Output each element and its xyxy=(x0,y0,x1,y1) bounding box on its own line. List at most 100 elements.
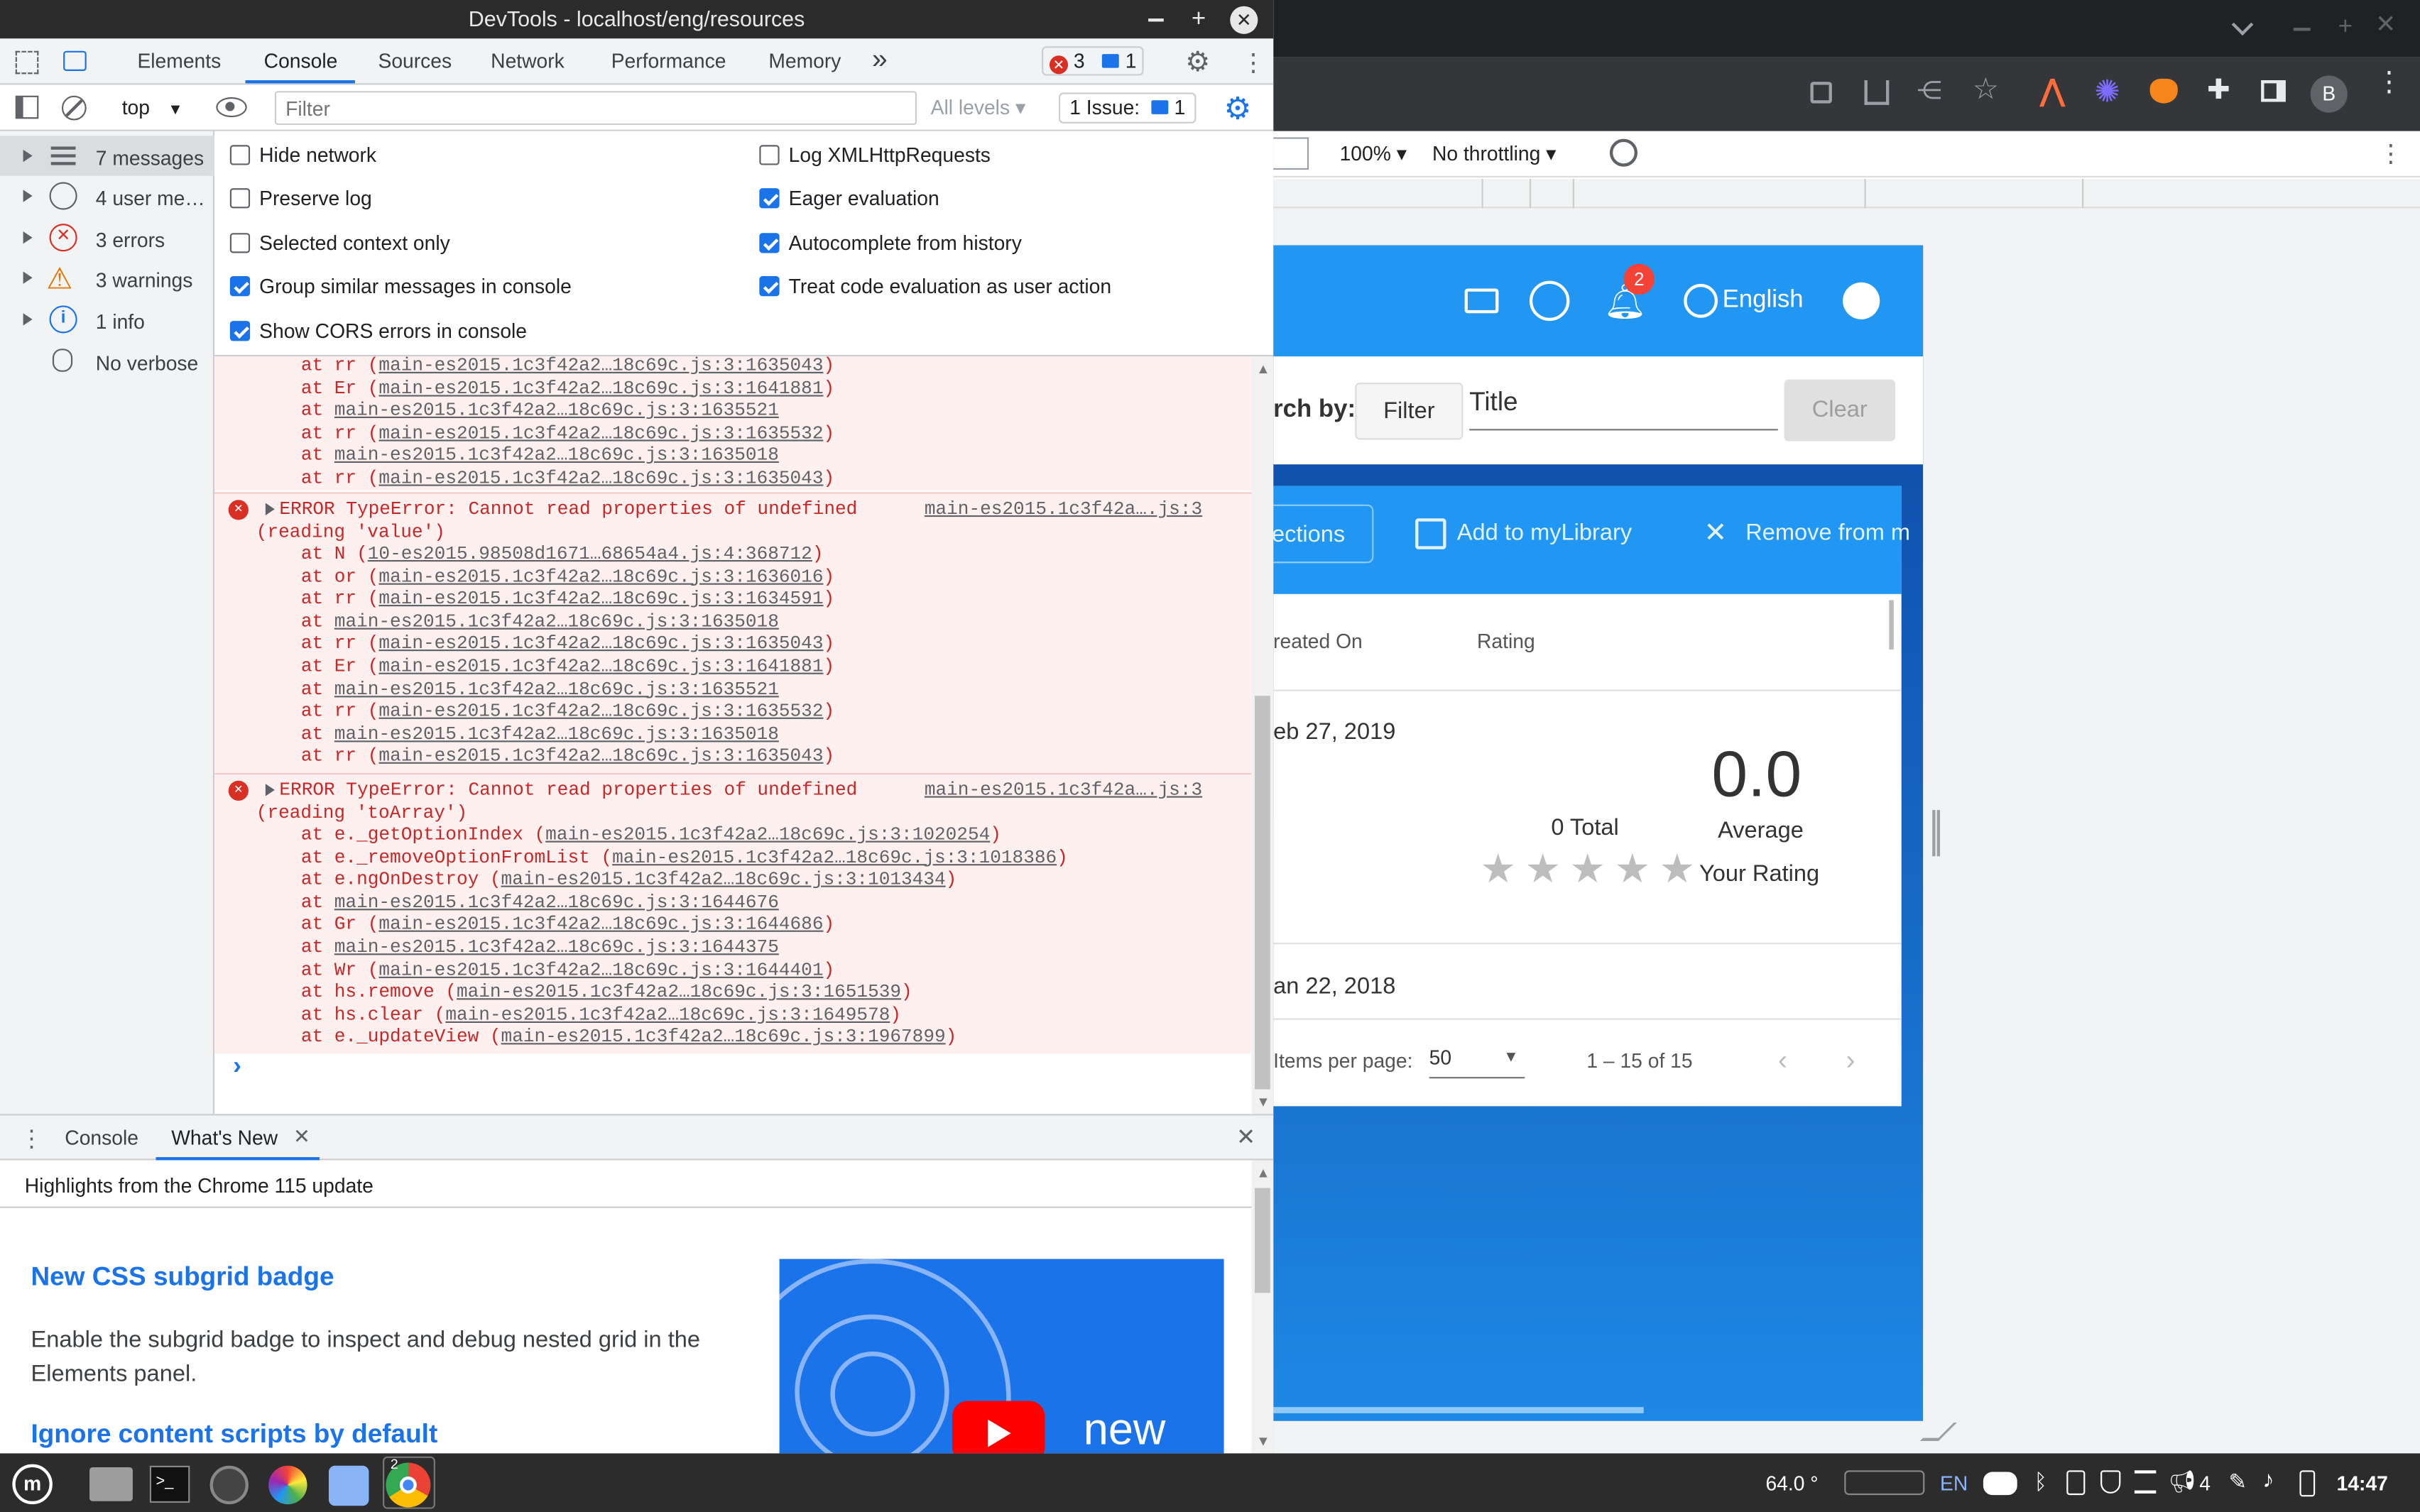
scroll-up-icon[interactable]: ▲ xyxy=(1256,361,1270,377)
kebab-menu-icon[interactable]: ⋮ xyxy=(2378,139,2403,170)
system-status-icons[interactable] xyxy=(1844,1470,1925,1496)
close-tab-icon[interactable]: ✕ xyxy=(293,1124,310,1149)
globe-icon[interactable] xyxy=(1684,283,1718,318)
sidebar-item-errors[interactable]: ✕ 3 errors xyxy=(0,217,214,258)
stack-frame-link[interactable]: 10-es2015.98508d1671…68654a4.js:4:368712 xyxy=(368,543,812,564)
hide-network-checkbox[interactable] xyxy=(229,145,251,165)
console-scrollbar[interactable]: ▲ ▼ xyxy=(1251,356,1274,1114)
column-rating[interactable]: Rating xyxy=(1477,630,1535,653)
expand-icon[interactable] xyxy=(23,231,33,244)
add-to-library-button[interactable]: Add to myLibrary xyxy=(1457,520,1632,546)
table-row[interactable]: an 22, 2018 0.0 xyxy=(1273,944,1902,1018)
selected-context-checkbox[interactable] xyxy=(229,233,251,253)
autocomplete-history-checkbox[interactable] xyxy=(759,233,780,253)
tab-memory[interactable]: Memory xyxy=(768,50,841,73)
stack-frame-link[interactable]: main-es2015.1c3f42a2…18c69c.js:3:1635018 xyxy=(334,445,779,466)
expand-triangle-icon[interactable] xyxy=(265,503,275,515)
horizontal-scrollbar[interactable] xyxy=(1273,1407,1644,1413)
stack-frame-link[interactable]: main-es2015.1c3f42a2…18c69c.js:3:1635043 xyxy=(378,468,823,489)
inspect-element-icon[interactable] xyxy=(15,50,39,75)
expand-icon[interactable] xyxy=(23,271,33,284)
metamask-fox-icon[interactable] xyxy=(2149,78,2178,104)
chevron-down-icon[interactable] xyxy=(2231,13,2254,36)
stack-frame-link[interactable]: main-es2015.1c3f42a2…18c69c.js:3:1644401 xyxy=(378,959,823,980)
zoom-select[interactable]: 100% ▾ xyxy=(1340,142,1407,167)
library-add-icon[interactable] xyxy=(1415,518,1446,549)
stack-frame-link[interactable]: main-es2015.1c3f42a2…18c69c.js:3:1635521 xyxy=(334,400,779,421)
sidebar-item-warnings[interactable]: ⚠ 3 warnings xyxy=(0,258,214,298)
star-icon[interactable]: ★ xyxy=(1614,845,1650,893)
error-source-link[interactable]: main-es2015.1c3f42a….js:3 xyxy=(925,779,1202,801)
close-icon[interactable]: ✕ xyxy=(1230,6,1258,34)
stack-frame-link[interactable]: main-es2015.1c3f42a2…18c69c.js:3:1635532 xyxy=(378,422,823,444)
color-picker-icon[interactable] xyxy=(268,1465,307,1505)
eager-evaluation-checkbox[interactable] xyxy=(759,188,780,209)
discord-icon[interactable] xyxy=(1983,1472,2017,1496)
drawer-tab-whats-new[interactable]: What's New xyxy=(171,1127,278,1150)
headline-subgrid-badge[interactable]: New CSS subgrid badge xyxy=(31,1262,334,1293)
group-similar-checkbox[interactable] xyxy=(229,276,251,297)
music-icon[interactable]: ♪ xyxy=(2262,1467,2274,1494)
filter-button[interactable]: Filter xyxy=(1355,383,1464,440)
files-folder-icon[interactable] xyxy=(89,1467,133,1501)
scroll-down-icon[interactable]: ▼ xyxy=(1256,1433,1270,1449)
cors-errors-checkbox[interactable] xyxy=(229,321,251,341)
context-selector[interactable]: top ▼ xyxy=(122,96,183,119)
minimize-icon[interactable] xyxy=(2293,28,2311,31)
close-drawer-icon[interactable]: ✕ xyxy=(1236,1123,1255,1151)
resize-handle[interactable] xyxy=(1932,810,1941,857)
issues-button[interactable]: 1 Issue: 1 xyxy=(1058,92,1197,124)
mint-menu-icon[interactable]: m xyxy=(12,1464,53,1505)
notes-icon[interactable] xyxy=(2134,1470,2157,1494)
throttling-select[interactable]: No throttling ▾ xyxy=(1432,142,1556,167)
stack-frame-link[interactable]: main-es2015.1c3f42a2…18c69c.js:3:1649578 xyxy=(445,1004,890,1025)
clear-console-icon[interactable] xyxy=(61,95,87,121)
stack-frame-link[interactable]: main-es2015.1c3f42a2…18c69c.js:3:1018386 xyxy=(612,846,1057,867)
collections-button[interactable]: ections xyxy=(1273,504,1374,564)
preserve-log-checkbox[interactable] xyxy=(229,188,251,209)
clipboard-icon[interactable] xyxy=(2066,1470,2086,1496)
tab-sources[interactable]: Sources xyxy=(378,50,452,73)
corner-resize-handle[interactable] xyxy=(1919,1422,1957,1442)
extension-a-icon[interactable]: ⋀ xyxy=(2040,74,2064,109)
filter-input[interactable] xyxy=(274,91,917,126)
expand-icon[interactable] xyxy=(23,313,33,326)
star-icon[interactable]: ★ xyxy=(1659,845,1695,893)
device-toggle-icon[interactable] xyxy=(63,50,87,71)
scroll-up-icon[interactable]: ▲ xyxy=(1256,1165,1270,1180)
tab-network[interactable]: Network xyxy=(491,50,565,73)
stack-frame-link[interactable]: main-es2015.1c3f42a2…18c69c.js:3:1636016 xyxy=(378,566,823,587)
extension-burst-icon[interactable]: ✺ xyxy=(2094,72,2120,111)
battery-icon[interactable] xyxy=(2299,1470,2316,1497)
bookmark-star-icon[interactable]: ☆ xyxy=(1973,72,1999,108)
dimension-input[interactable] xyxy=(1273,137,1309,170)
account-circle-icon[interactable] xyxy=(1843,282,1880,319)
error-counter[interactable]: ✕ 3 1 xyxy=(1042,46,1145,76)
install-icon[interactable] xyxy=(1864,80,1890,105)
more-tabs-icon[interactable]: » xyxy=(872,43,888,76)
expand-icon[interactable] xyxy=(23,190,33,202)
eye-icon[interactable] xyxy=(216,97,247,118)
rotate-icon[interactable] xyxy=(1609,138,1638,167)
extensions-puzzle-icon[interactable]: ✚ xyxy=(2207,74,2230,106)
column-created-on[interactable]: reated On xyxy=(1273,630,1363,653)
expand-triangle-icon[interactable] xyxy=(265,784,275,796)
table-scrollbar[interactable] xyxy=(1889,600,1894,650)
next-page-icon[interactable]: › xyxy=(1846,1044,1855,1077)
stack-frame-link[interactable]: main-es2015.1c3f42a2…18c69c.js:3:1635043 xyxy=(378,746,823,767)
log-xhr-checkbox[interactable] xyxy=(759,145,780,165)
play-icon[interactable] xyxy=(952,1401,1045,1454)
terminal-icon[interactable]: >_ xyxy=(149,1465,190,1503)
error-source-link[interactable]: main-es2015.1c3f42a….js:3 xyxy=(925,498,1202,520)
maximize-icon[interactable]: + xyxy=(1192,0,1206,38)
error-message[interactable]: ✕ ERROR TypeError: Cannot read propertie… xyxy=(214,492,1252,773)
stack-frame-link[interactable]: main-es2015.1c3f42a2…18c69c.js:3:1644676 xyxy=(334,892,779,913)
avatar[interactable]: B xyxy=(2310,75,2348,113)
stack-frame-link[interactable]: main-es2015.1c3f42a2…18c69c.js:3:1644375 xyxy=(334,936,779,958)
kebab-menu-icon[interactable]: ⋮ xyxy=(1241,48,1265,78)
drawer-tab-console[interactable]: Console xyxy=(65,1127,138,1150)
sidebar-item-info[interactable]: i 1 info xyxy=(0,300,214,340)
obs-icon[interactable] xyxy=(209,1465,249,1505)
share-icon[interactable]: ⋲ xyxy=(1917,75,1941,106)
sidebar-item-messages[interactable]: 7 messages xyxy=(0,136,215,176)
